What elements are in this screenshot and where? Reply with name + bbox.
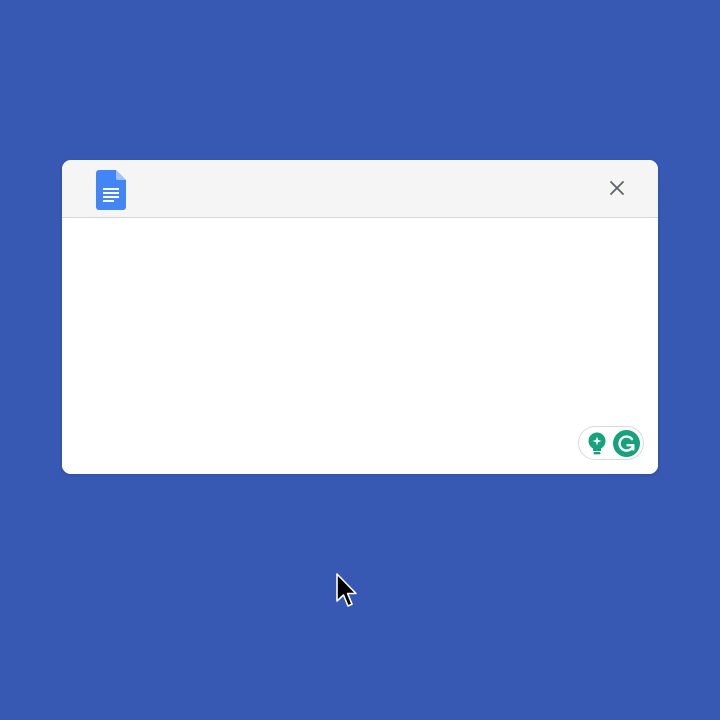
document-editor-area[interactable]	[62, 218, 658, 474]
grammarly-g-icon	[613, 430, 640, 457]
mouse-pointer-icon	[336, 573, 360, 609]
close-button[interactable]	[608, 179, 626, 197]
window-titlebar	[62, 160, 658, 218]
close-icon	[610, 181, 624, 195]
google-docs-icon	[96, 170, 126, 210]
grammarly-widget	[578, 426, 644, 460]
grammarly-suggestions-button[interactable]	[586, 432, 608, 456]
document-popup-window	[62, 160, 658, 474]
grammarly-logo-button[interactable]	[613, 430, 640, 457]
lightbulb-icon	[588, 432, 606, 455]
